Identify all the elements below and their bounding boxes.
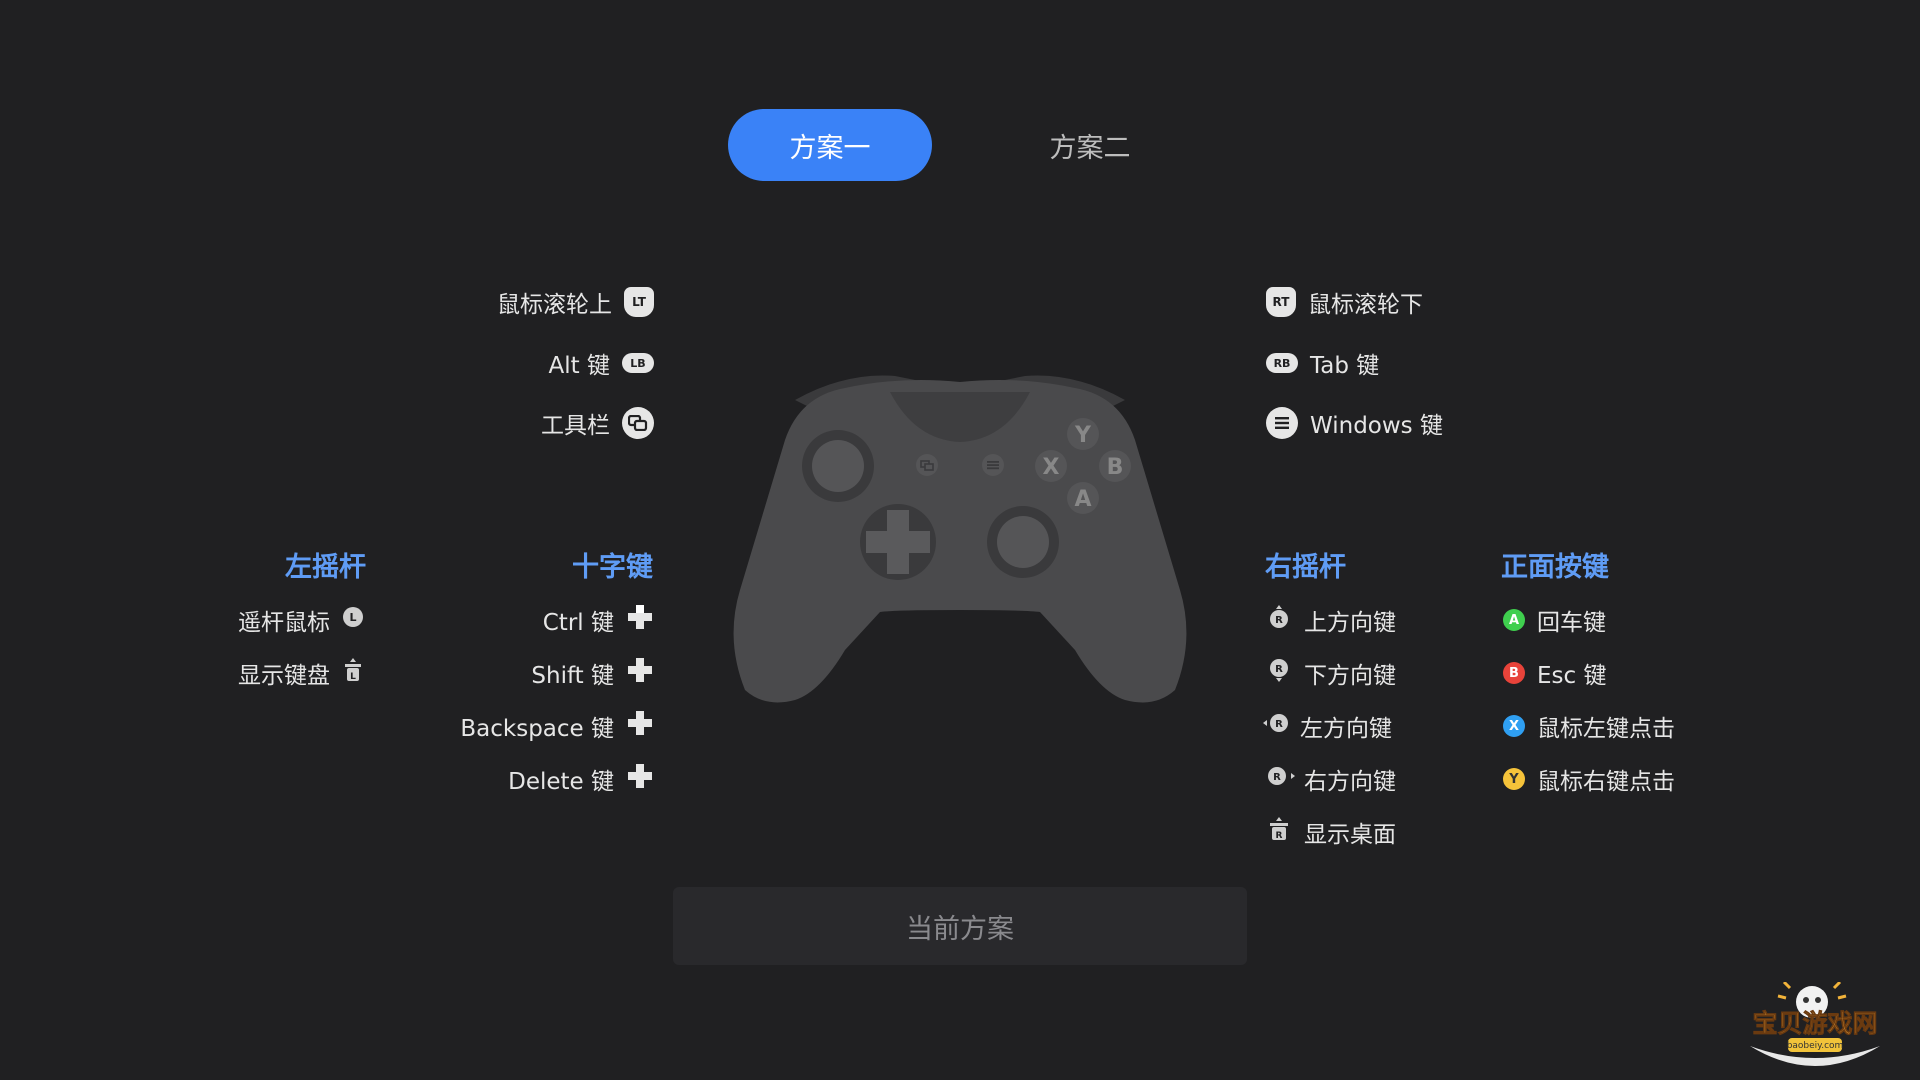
left-stick-press-icon: L: [342, 657, 364, 689]
a-button-icon: A: [1503, 609, 1525, 631]
tab-plan-two[interactable]: 方案二: [1008, 109, 1172, 181]
dpad-right-icon: [626, 762, 654, 796]
svg-text:R: R: [1275, 719, 1283, 730]
lt-trigger-icon: LT: [624, 287, 654, 317]
dpad-heading: 十字键: [572, 552, 653, 583]
mapping-lt: 鼠标滚轮上 LT: [497, 282, 654, 322]
right-stick-heading: 右摇杆: [1265, 552, 1346, 583]
dpad-item: Shift 键: [531, 653, 654, 693]
mapping-label: 显示桌面: [1304, 822, 1396, 848]
mapping-label: 鼠标滚轮上: [497, 292, 612, 318]
rt-trigger-icon: RT: [1266, 287, 1296, 317]
dpad-item: Delete 键: [508, 759, 654, 799]
right-stick-item: R 上方向键: [1266, 600, 1396, 640]
controller-y-label: Y: [1074, 423, 1092, 448]
right-stick-left-icon: R: [1262, 710, 1292, 742]
dpad-left-icon: [626, 709, 654, 743]
controller-x-label: X: [1043, 455, 1060, 480]
mapping-rb: RB Tab 键: [1266, 343, 1379, 383]
right-stick-item: R 左方向键: [1262, 706, 1392, 746]
right-stick-item: R 显示桌面: [1266, 812, 1396, 852]
menu-button-icon: [1266, 407, 1298, 439]
svg-text:L: L: [349, 611, 356, 624]
mapping-label: Ctrl 键: [542, 610, 614, 636]
watermark-subtext: baobeiy.com: [1787, 1041, 1844, 1051]
face-button-item: B Esc 键: [1503, 653, 1606, 693]
right-stick-right-icon: R: [1266, 763, 1296, 795]
mapping-label: Windows 键: [1310, 413, 1443, 439]
left-stick-item: 显示键盘 L: [238, 653, 364, 693]
right-stick-item: R 下方向键: [1266, 653, 1396, 693]
svg-text:R: R: [1273, 772, 1281, 783]
view-button-icon: [622, 407, 654, 439]
mapping-label: 鼠标左键点击: [1537, 716, 1675, 742]
dpad-down-icon: [626, 656, 654, 690]
mapping-label: Alt 键: [548, 353, 610, 379]
mapping-label: Shift 键: [531, 663, 614, 689]
mapping-label: Tab 键: [1310, 353, 1380, 379]
svg-text:R: R: [1276, 831, 1283, 841]
right-stick-item: R 右方向键: [1266, 759, 1396, 799]
lb-bumper-icon: LB: [622, 353, 654, 373]
mapping-label: 鼠标滚轮下: [1308, 292, 1423, 318]
face-button-item: A 回车键: [1503, 600, 1606, 640]
mapping-label: 上方向键: [1304, 610, 1396, 636]
mapping-label: 显示键盘: [238, 663, 330, 689]
face-buttons-heading: 正面按键: [1501, 552, 1609, 583]
mapping-label: 遥杆鼠标: [238, 610, 330, 636]
mapping-rt: RT 鼠标滚轮下: [1266, 282, 1423, 322]
mapping-label: Delete 键: [508, 769, 614, 795]
controller-illustration: Y X B A: [733, 375, 1187, 703]
face-button-item: Y 鼠标右键点击: [1503, 759, 1675, 799]
tab-plan-one[interactable]: 方案一: [728, 109, 932, 181]
mapping-label: 左方向键: [1300, 716, 1392, 742]
left-stick-heading: 左摇杆: [285, 552, 366, 583]
mapping-label: 右方向键: [1304, 769, 1396, 795]
right-stick-down-icon: R: [1266, 657, 1292, 689]
y-button-icon: Y: [1503, 768, 1525, 790]
svg-text:R: R: [1275, 615, 1283, 626]
right-stick-press-icon: R: [1266, 816, 1292, 848]
left-stick-move-icon: L: [342, 606, 364, 634]
dpad-item: Ctrl 键: [543, 600, 654, 640]
rb-bumper-icon: RB: [1266, 353, 1298, 373]
left-stick-item: 遥杆鼠标 L: [238, 600, 364, 640]
right-stick-up-icon: R: [1266, 604, 1292, 636]
controller-b-label: B: [1107, 455, 1124, 480]
site-watermark-logo: 宝贝游戏网 baobeiy.com: [1750, 982, 1880, 1066]
current-plan-button[interactable]: 当前方案: [673, 887, 1247, 965]
svg-text:L: L: [350, 672, 356, 682]
dpad-item: Backspace 键: [460, 706, 654, 746]
mapping-label: Backspace 键: [460, 716, 614, 742]
dpad-up-icon: [626, 603, 654, 637]
face-button-item: X 鼠标左键点击: [1503, 706, 1675, 746]
mapping-label: 回车键: [1537, 610, 1606, 636]
mapping-label: Esc 键: [1537, 663, 1607, 689]
mapping-menu: Windows 键: [1266, 403, 1443, 443]
x-button-icon: X: [1503, 715, 1525, 737]
mapping-label: 下方向键: [1304, 663, 1396, 689]
mapping-label: 工具栏: [541, 413, 610, 439]
mapping-lb: Alt 键 LB: [549, 343, 654, 383]
mapping-label: 鼠标右键点击: [1537, 769, 1675, 795]
watermark-text: 宝贝游戏网: [1752, 1009, 1877, 1038]
controller-a-label: A: [1074, 487, 1091, 512]
mapping-view: 工具栏: [541, 403, 654, 443]
b-button-icon: B: [1503, 662, 1525, 684]
svg-text:R: R: [1275, 664, 1283, 675]
